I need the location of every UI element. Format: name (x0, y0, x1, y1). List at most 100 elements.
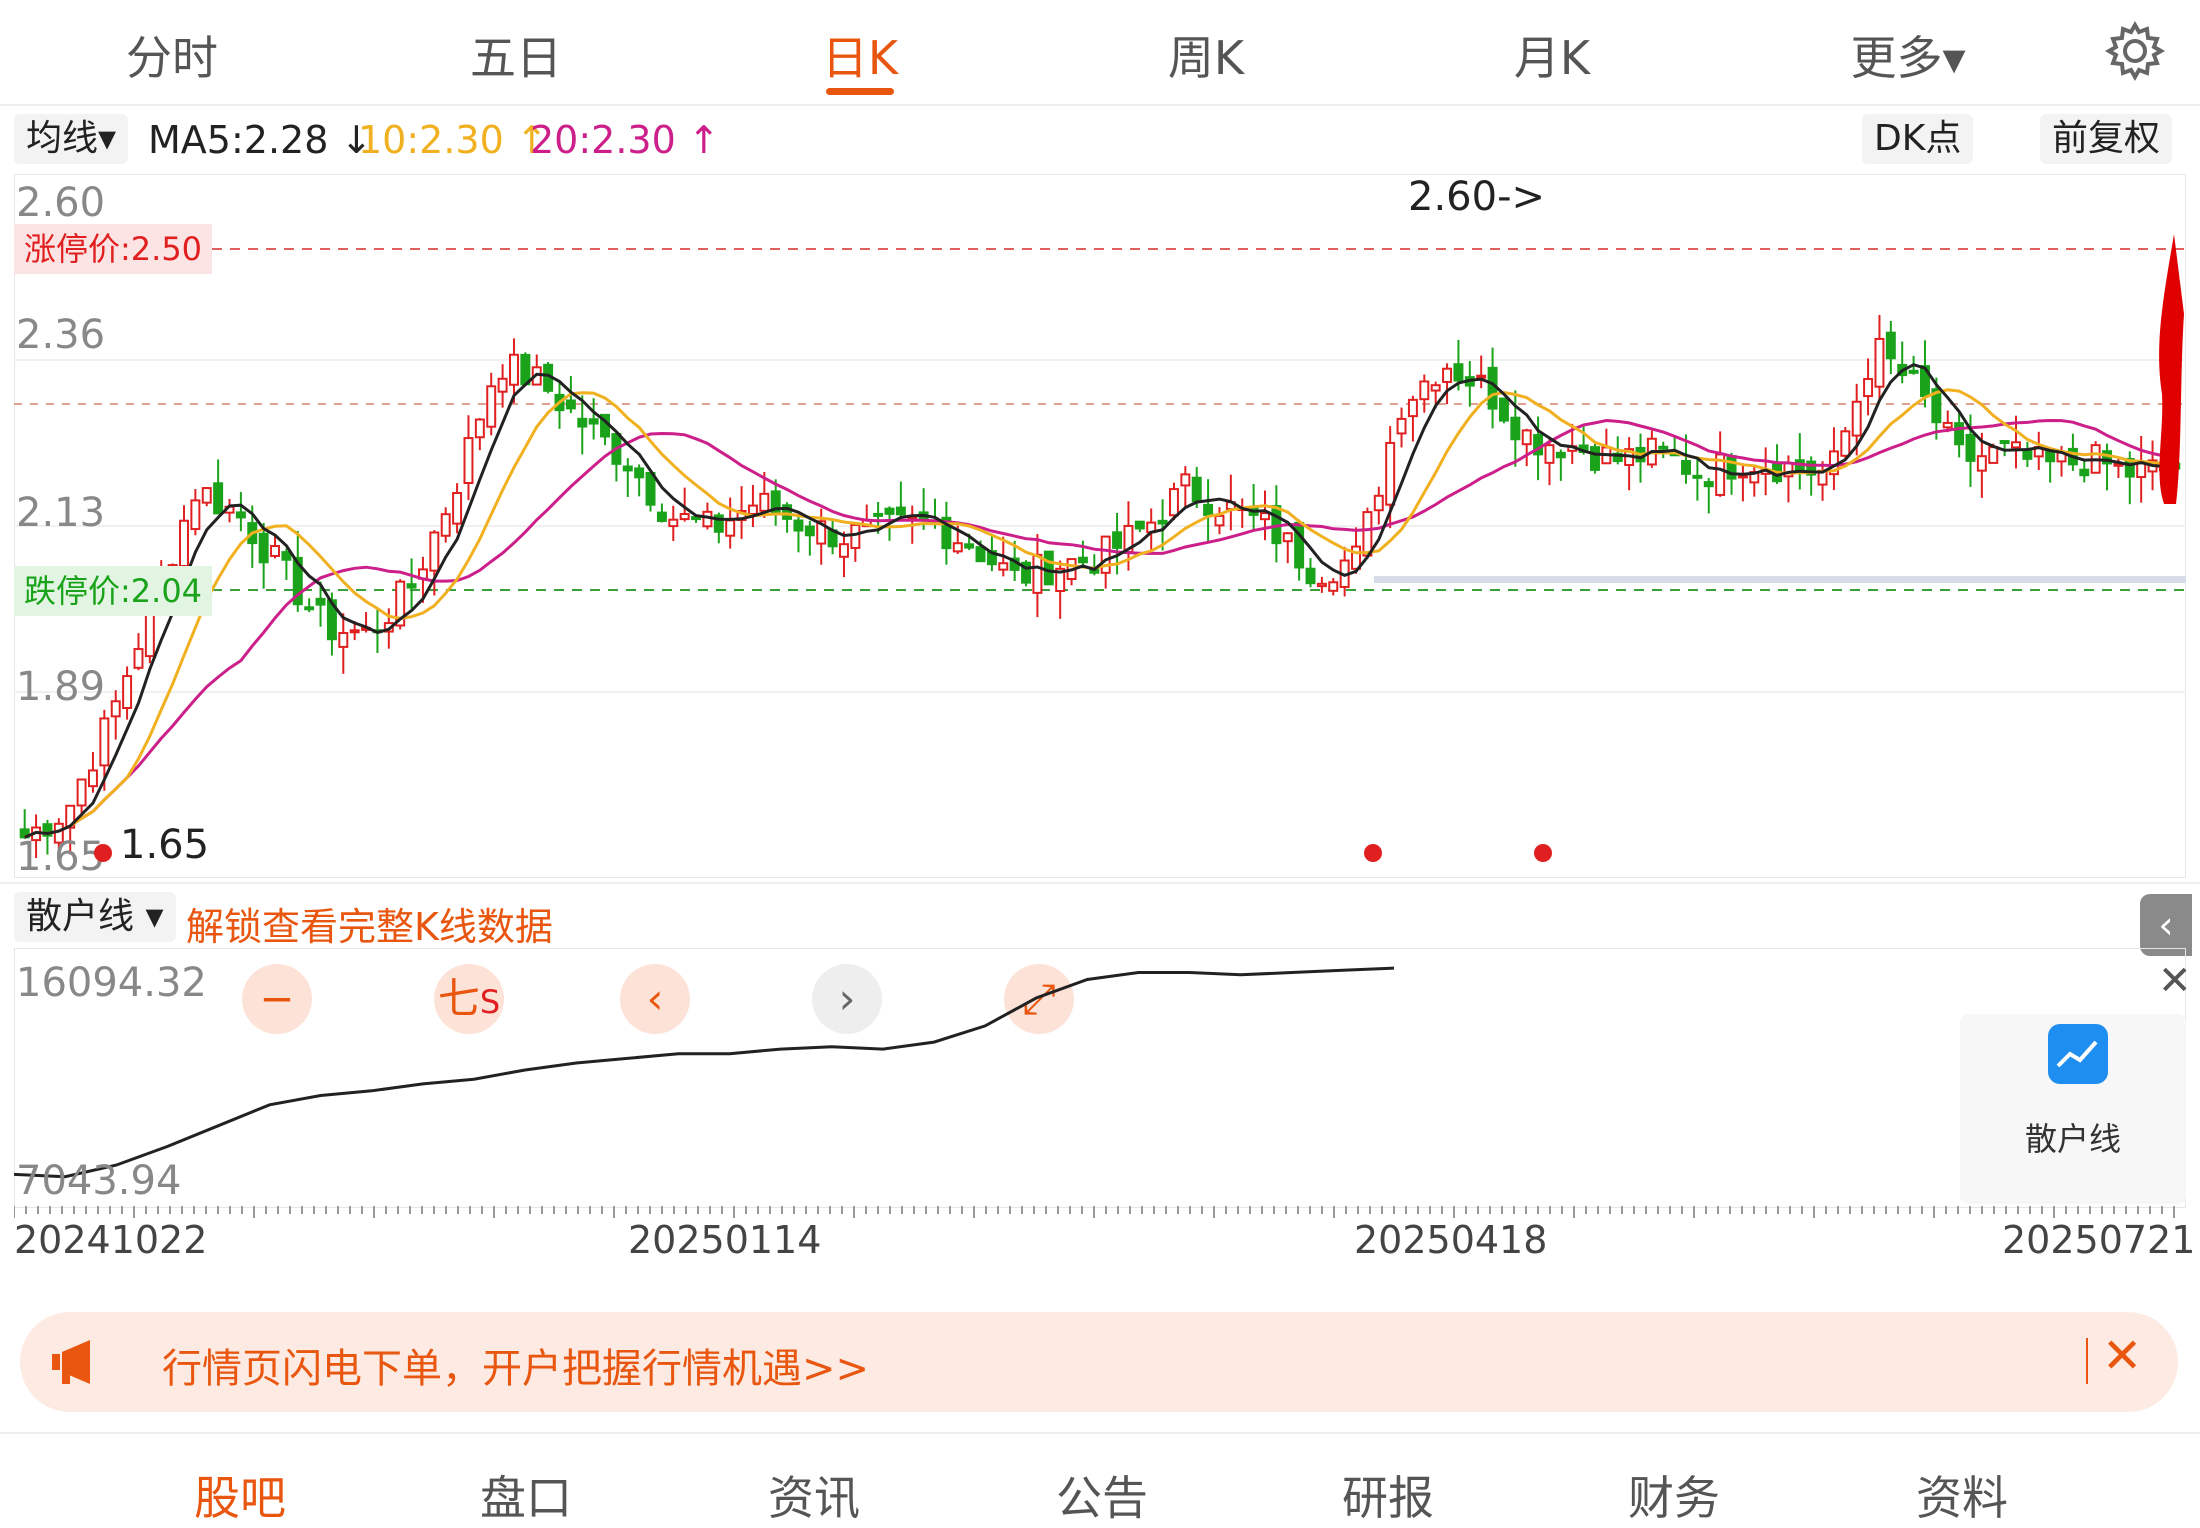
support-band (1374, 576, 2186, 583)
signal-dot (94, 844, 112, 862)
candle-up (1942, 421, 1953, 429)
retail-line (14, 966, 1395, 1179)
candle-up (1180, 473, 1191, 487)
candle-down (645, 471, 656, 506)
candle-down (1703, 481, 1714, 488)
candle-down (1908, 369, 1919, 374)
candle-down (622, 465, 633, 472)
nav-pankou[interactable]: 盘口 (480, 1462, 572, 1528)
nav-announcements[interactable]: 公告 (1056, 1462, 1148, 1528)
candle-down (1157, 519, 1168, 525)
y-tick-213: 2.13 (16, 490, 106, 536)
nav-news[interactable]: 资讯 (768, 1462, 860, 1528)
tab-more[interactable]: 更多▾ (1850, 22, 1965, 88)
candle-down (793, 519, 804, 532)
candle-up (1988, 446, 1999, 464)
candle-down (895, 506, 906, 516)
candle-down (873, 512, 884, 517)
candle-up (440, 513, 451, 537)
dk-point-button[interactable]: DK点 (1862, 114, 1974, 164)
date-axis: 20241022 20250114 20250418 20250721 (14, 1206, 2195, 1288)
candle-down (213, 482, 224, 515)
date-q2: 20250418 (1354, 1218, 1548, 1262)
candle-up (509, 353, 519, 386)
retail-max: 16094.32 (16, 960, 207, 1006)
nav-research[interactable]: 研报 (1342, 1462, 1434, 1528)
candle-down (656, 511, 667, 522)
kline-chart[interactable]: 2.60 2.36 2.13 1.89 1.65 涨停价:2.50 跌停价:2.… (14, 174, 2186, 1034)
tab-monthly-k[interactable]: 月K (1514, 22, 1590, 88)
candle-down (1692, 474, 1703, 479)
candle-up (1260, 512, 1270, 521)
candle-down (634, 467, 645, 479)
y-tick-236: 2.36 (16, 312, 106, 358)
candle-up (679, 512, 690, 521)
trade-banner[interactable]: 行情页闪电下单，开户把握行情机遇>> ✕ (20, 1312, 2178, 1412)
tab-weekly-k[interactable]: 周K (1168, 22, 1244, 88)
candle-down (1510, 416, 1521, 441)
tab-five-day[interactable]: 五日 (470, 22, 562, 88)
tab-daily-k[interactable]: 日K (822, 22, 898, 88)
candle-down (1498, 397, 1509, 422)
limit-up-tag: 涨停价:2.50 (14, 224, 213, 274)
ma-bar: 均线▾ MA5:2.28 ↓ 10:2.30 ↑ 20:2.30 ↑ DK点 前… (0, 108, 2200, 174)
candle-up (1430, 384, 1441, 392)
adjust-button[interactable]: 前复权 (2040, 114, 2173, 164)
candle-up (998, 562, 1009, 571)
ma10-value: 10:2.30 ↑ (358, 118, 548, 162)
retail-side-card[interactable]: 散户线 (1960, 1014, 2186, 1204)
gear-icon[interactable] (2104, 20, 2166, 82)
candle-up (1544, 444, 1555, 464)
candle-up (1874, 337, 1885, 388)
signal-dot (1534, 844, 1552, 862)
collapse-tab[interactable]: ‹ (2140, 894, 2192, 956)
low-price-marker: 1.65 (120, 822, 210, 868)
y-tick-260: 2.60 (16, 180, 106, 226)
retail-side-label: 散户线 (2024, 1120, 2121, 1158)
candle-up (452, 492, 463, 525)
banner-divider (2086, 1338, 2088, 1384)
nav-guba[interactable]: 股吧 (194, 1462, 286, 1528)
candle-up (76, 778, 87, 807)
candle-up (349, 629, 360, 634)
candle-down (588, 418, 599, 425)
candle-down (964, 543, 975, 549)
candle-up (1373, 494, 1384, 512)
candle-up (747, 504, 758, 515)
nav-finance[interactable]: 财务 (1628, 1462, 1720, 1528)
candle-up (1737, 474, 1748, 479)
candle-down (1453, 363, 1464, 382)
candle-down (1999, 440, 2010, 445)
candle-up (1840, 430, 1851, 457)
nav-profile[interactable]: 资料 (1916, 1462, 2008, 1528)
candle-up (486, 385, 497, 428)
candle-up (1521, 429, 1532, 446)
candle-down (884, 507, 895, 515)
candle-up (1362, 511, 1373, 557)
tab-intraday[interactable]: 分时 (126, 22, 218, 88)
candle-down (577, 417, 588, 428)
candle-down (1965, 433, 1976, 462)
candle-up (850, 523, 861, 549)
ma5-value: MA5:2.28 ↓ (148, 118, 373, 162)
indicator-selector[interactable]: 散户线 ▾ (14, 892, 176, 942)
candle-down (1077, 556, 1088, 564)
close-icon[interactable]: ✕ (2102, 1328, 2142, 1384)
candle-up (1976, 455, 1987, 472)
unlock-link[interactable]: 解锁查看完整K线数据 (186, 896, 553, 951)
candle-up (338, 632, 349, 648)
candle-down (1885, 331, 1896, 360)
candle-up (838, 543, 849, 558)
bottom-nav: 股吧 盘口 资讯 公告 研报 财务 资料 (0, 1432, 2200, 1525)
y-tick-165: 1.65 (16, 834, 106, 880)
close-icon[interactable]: ✕ (2158, 958, 2192, 1004)
candle-down (1305, 567, 1316, 585)
candle-down (235, 511, 246, 519)
date-ticks (14, 1206, 2175, 1218)
candle-up (179, 519, 189, 567)
candle-down (565, 399, 576, 410)
ma-selector[interactable]: 均线▾ (14, 114, 129, 164)
candle-up (133, 648, 144, 669)
candle-up (201, 487, 212, 504)
candle-down (1203, 503, 1214, 516)
